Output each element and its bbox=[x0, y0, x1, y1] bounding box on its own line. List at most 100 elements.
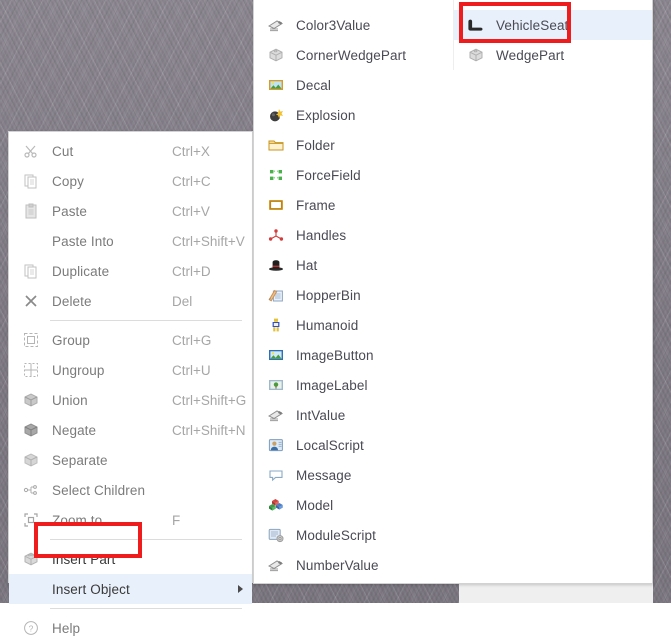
submenu-item-label: ImageButton bbox=[296, 347, 374, 363]
context-menu-separator bbox=[50, 539, 242, 540]
context-menu-item-shortcut: Ctrl+V bbox=[172, 203, 210, 219]
submenu-item-label: Frame bbox=[296, 197, 336, 213]
group-icon bbox=[19, 329, 43, 351]
submenu-item-imagelabel[interactable]: ImageLabel bbox=[254, 370, 453, 400]
submenu-item-label: Explosion bbox=[296, 107, 356, 123]
context-menu-item-duplicate: Duplicate Ctrl+D bbox=[9, 256, 252, 286]
submenu-item-hat[interactable]: Hat bbox=[254, 250, 453, 280]
context-menu-item-separate: Separate bbox=[9, 445, 252, 475]
vehicleseat-icon bbox=[466, 15, 486, 35]
submenu-item-message[interactable]: Message bbox=[254, 460, 453, 490]
submenu-item-label: LocalScript bbox=[296, 437, 364, 453]
context-menu-item-insert-object[interactable]: Insert Object bbox=[9, 574, 252, 604]
context-menu-item-label: Negate bbox=[52, 422, 97, 438]
context-menu-item-zoom-to: Zoom to F bbox=[9, 505, 252, 535]
submenu-item-label: Folder bbox=[296, 137, 335, 153]
submenu-item-frame[interactable]: Frame bbox=[254, 190, 453, 220]
context-menu-item-label: Zoom to bbox=[52, 512, 103, 528]
submenu-item-vehicleseat[interactable]: VehicleSeat bbox=[454, 10, 652, 40]
context-menu-item-shortcut: Ctrl+Shift+V bbox=[172, 233, 245, 249]
submenu-item-label: Message bbox=[296, 467, 352, 483]
submenu-item-localscript[interactable]: LocalScript bbox=[254, 430, 453, 460]
submenu-item-label: ImageLabel bbox=[296, 377, 368, 393]
submenu-item-numbervalue[interactable]: NumberValue bbox=[254, 550, 453, 580]
submenu-item-color3value[interactable]: Color3Value bbox=[254, 10, 453, 40]
submenu-item-clickdetector[interactable]: ClickDetector bbox=[254, 0, 453, 10]
context-menu-item-label: Insert Object bbox=[52, 581, 130, 597]
submenu-item-model[interactable]: Model bbox=[254, 490, 453, 520]
context-menu-item-label: Union bbox=[52, 392, 88, 408]
context-menu-item-shortcut: F bbox=[172, 512, 181, 528]
context-menu-item-delete: Delete Del bbox=[9, 286, 252, 316]
submenu-item-humanoid[interactable]: Humanoid bbox=[254, 310, 453, 340]
context-menu-item-label: Insert Part bbox=[52, 551, 116, 567]
submenu-item-imagebutton[interactable]: ImageButton bbox=[254, 340, 453, 370]
hopperbin-icon bbox=[266, 285, 286, 305]
submenu-item-objectvalue[interactable]: ObjectValue bbox=[254, 580, 453, 583]
frame-icon bbox=[466, 0, 486, 5]
context-menu-item-paste: Paste Ctrl+V bbox=[9, 196, 252, 226]
submenu-item-textbutton[interactable]: TextButton bbox=[454, 0, 652, 10]
modulescript-icon bbox=[266, 525, 286, 545]
context-menu-item-union: Union Ctrl+Shift+G bbox=[9, 385, 252, 415]
context-menu-item-shortcut: Ctrl+Shift+N bbox=[172, 422, 246, 438]
submenu-item-explosion[interactable]: Explosion bbox=[254, 100, 453, 130]
context-menu-item-label: Paste bbox=[52, 203, 88, 219]
context-menu-item-group: Group Ctrl+G bbox=[9, 325, 252, 355]
context-menu-item-shortcut: Ctrl+C bbox=[172, 173, 211, 189]
submenu-item-label: ForceField bbox=[296, 167, 361, 183]
svg-text:?: ? bbox=[29, 623, 34, 633]
submenu-item-label: ClickDetector bbox=[296, 0, 378, 3]
context-menu-item-label: Paste Into bbox=[52, 233, 114, 249]
context-menu-item-select-children: Select Children bbox=[9, 475, 252, 505]
imagebutton-icon bbox=[266, 345, 286, 365]
context-menu-separator bbox=[50, 608, 242, 609]
context-menu-item-insert-part[interactable]: Insert Part bbox=[9, 544, 252, 574]
no-icon bbox=[19, 230, 43, 252]
submenu-item-decal[interactable]: Decal bbox=[254, 70, 453, 100]
submenu-item-handles[interactable]: Handles bbox=[254, 220, 453, 250]
context-menu-item-shortcut: Ctrl+X bbox=[172, 143, 210, 159]
explosion-icon bbox=[266, 105, 286, 125]
separate-icon bbox=[19, 449, 43, 471]
value-icon bbox=[266, 555, 286, 575]
submenu-item-folder[interactable]: Folder bbox=[254, 130, 453, 160]
submenu-item-label: ModuleScript bbox=[296, 527, 376, 543]
context-menu-item-label: Ungroup bbox=[52, 362, 105, 378]
submenu-item-label: NumberValue bbox=[296, 557, 379, 573]
context-menu-separator bbox=[50, 320, 242, 321]
context-menu[interactable]: Cut Ctrl+X Copy Ctrl+C Paste Ctrl+V Paste Into… bbox=[8, 131, 253, 636]
submenu-item-label: IntValue bbox=[296, 407, 346, 423]
value-icon bbox=[266, 405, 286, 425]
submenu-item-forcefield[interactable]: ForceField bbox=[254, 160, 453, 190]
submenu-item-modulescript[interactable]: ModuleScript bbox=[254, 520, 453, 550]
union-icon bbox=[19, 389, 43, 411]
submenu-item-hopperbin[interactable]: HopperBin bbox=[254, 280, 453, 310]
paste-icon bbox=[19, 200, 43, 222]
context-menu-item-label: Separate bbox=[52, 452, 108, 468]
clickdetector-icon bbox=[266, 0, 286, 5]
help-icon: ? bbox=[19, 617, 43, 639]
message-icon bbox=[266, 465, 286, 485]
submenu-item-label: Humanoid bbox=[296, 317, 359, 333]
context-menu-item-cut: Cut Ctrl+X bbox=[9, 136, 252, 166]
ungroup-icon bbox=[19, 359, 43, 381]
copy-icon bbox=[19, 170, 43, 192]
insert-object-submenu[interactable]: ClickDetector Color3Value CornerWedgePart D… bbox=[253, 0, 653, 584]
localscript-icon bbox=[266, 435, 286, 455]
zoom-to-icon bbox=[19, 509, 43, 531]
submenu-item-wedgepart[interactable]: WedgePart bbox=[454, 40, 652, 70]
context-menu-item-negate: Negate Ctrl+Shift+N bbox=[9, 415, 252, 445]
cut-icon bbox=[19, 140, 43, 162]
submenu-item-cornerwedgepart[interactable]: CornerWedgePart bbox=[254, 40, 453, 70]
negate-icon bbox=[19, 419, 43, 441]
submenu-item-label: Hat bbox=[296, 257, 318, 273]
submenu-column-2: TextButton VehicleSeat WedgePart bbox=[453, 0, 652, 70]
submenu-item-intvalue[interactable]: IntValue bbox=[254, 400, 453, 430]
context-menu-item-shortcut: Ctrl+G bbox=[172, 332, 212, 348]
submenu-item-label: VehicleSeat bbox=[496, 17, 569, 33]
wedge-icon bbox=[466, 45, 486, 65]
context-menu-item-help: ? Help bbox=[9, 613, 252, 643]
submenu-item-label: Model bbox=[296, 497, 334, 513]
context-menu-item-label: Duplicate bbox=[52, 263, 110, 279]
